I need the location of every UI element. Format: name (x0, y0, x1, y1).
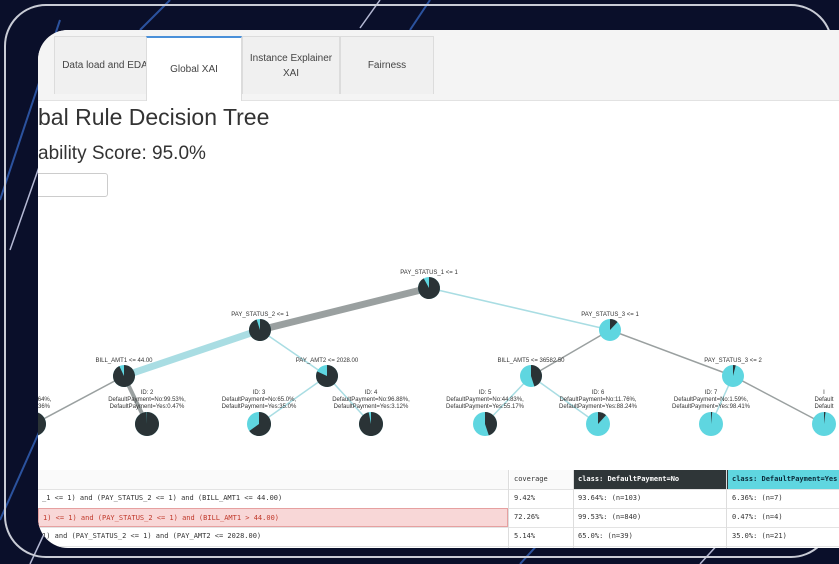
split-node[interactable] (113, 365, 135, 387)
rules-table: coverage class: DefaultPayment=No class:… (38, 470, 839, 548)
node-label: ID: 5 (479, 390, 492, 396)
node-label: PAY_STATUS_3 <= 1 (581, 312, 639, 318)
tree-edge (609, 329, 734, 377)
node-label: ID: 2 (141, 390, 154, 396)
split-node[interactable] (249, 319, 271, 341)
class-no-cell: 99.53%: (n=840) (578, 513, 642, 521)
tree-edge (259, 329, 328, 377)
tab-label: Global XAI (170, 64, 218, 75)
tree-edge (122, 326, 262, 380)
node-label: BILL_AMT5 <= 36582.50 (497, 358, 565, 364)
tab-bar: Data load and EDA Global XAI Instance Ex… (38, 30, 839, 101)
column-divider (573, 470, 574, 548)
table-row[interactable]: 1) and (PAY_STATUS_2 <= 1) and (PAY_AMT2… (38, 527, 839, 547)
tree-edge (530, 329, 611, 377)
node-label: =No:93.64%, (38, 397, 52, 403)
node-label: PAY_AMT2 <= 2028.00 (296, 358, 359, 364)
tab-instance-explainer-xai[interactable]: Instance Explainer XAI (242, 36, 340, 94)
header-class-yes: class: DefaultPayment=Yes (728, 470, 839, 489)
coverage-cell: 5.14% (514, 532, 536, 540)
node-label: DefaultPayment=No:11.76%, (559, 397, 636, 403)
node-label: DefaultPayment=Yes:55.17% (446, 404, 525, 410)
header-coverage: coverage (510, 470, 578, 489)
node-label: DefaultPayment=Yes:98.41% (672, 404, 751, 410)
tab-global-xai[interactable]: Global XAI (146, 36, 242, 101)
split-node[interactable] (722, 365, 744, 387)
leaf-node[interactable] (38, 412, 46, 436)
node-label: DefaultPayment=Yes:3.12% (334, 404, 409, 410)
node-label: DefaultPayment=Yes:35.0% (222, 404, 297, 410)
node-label: Default (814, 397, 833, 403)
leaf-node[interactable] (586, 412, 610, 436)
class-yes-cell: 6.36%: (n=7) (732, 494, 783, 502)
leaf-node[interactable] (359, 412, 384, 436)
app-window: Data load and EDA Global XAI Instance Ex… (38, 30, 839, 548)
class-yes-cell: 0.47%: (n=4) (732, 513, 783, 521)
node-label: DefaultPayment=No:99.53%, (108, 397, 186, 403)
node-label: BILL_AMT1 <= 44.00 (95, 358, 153, 364)
node-label: DefaultPayment=Yes:0.47% (110, 404, 185, 410)
tree-edge (259, 284, 430, 334)
node-label: ID: 7 (705, 390, 718, 396)
node-label: DefaultPayment=Yes:88.24% (559, 404, 638, 410)
stability-score: ability Score: 95.0% (38, 143, 206, 164)
node-label: DefaultPayment=No:65.0%, (222, 397, 297, 403)
tree-edge (428, 287, 611, 331)
node-label: PAY_STATUS_3 <= 2 (704, 358, 762, 364)
node-label: PAY_STATUS_1 <= 1 (400, 270, 458, 276)
column-divider (726, 470, 727, 548)
class-no-cell: 93.64%: (n=103) (578, 494, 642, 502)
node-label: ID: 3 (253, 390, 266, 396)
split-node[interactable] (520, 365, 542, 387)
leaf-node[interactable] (473, 412, 498, 436)
tab-data-load-eda[interactable]: Data load and EDA (54, 36, 156, 94)
leaf-node[interactable] (135, 412, 160, 436)
node-label: ID: 6 (592, 390, 605, 396)
decision-tree: PAY_STATUS_1 <= 1 PAY_STATUS_2 <= 1 PAY_ST… (38, 270, 836, 436)
table-header-row: coverage class: DefaultPayment=No class:… (38, 470, 839, 490)
node-label: DefaultPayment=No:1.59%, (674, 397, 749, 403)
class-no-cell: 65.0%: (n=39) (578, 532, 633, 540)
coverage-cell: 72.26% (514, 513, 540, 521)
node-label: ID: 4 (365, 390, 378, 396)
rule-cell: 1) <= 1) and (PAY_STATUS_2 <= 1) and (BI… (38, 508, 508, 527)
node-label: PAY_STATUS_2 <= 1 (231, 312, 289, 318)
column-divider (508, 470, 509, 548)
leaf-node[interactable] (812, 412, 836, 436)
page-title: bal Rule Decision Tree (38, 104, 270, 130)
tab-label: Instance Explainer XAI (249, 52, 333, 79)
rule-cell: _1 <= 1) and (PAY_STATUS_2 <= 1) and (BI… (42, 494, 283, 502)
split-node[interactable] (599, 319, 621, 341)
node-label: DefaultPayment=No:96.88%, (332, 397, 410, 403)
leaf-node[interactable] (247, 412, 271, 436)
node-label: DefaultPayment=No:44.83%, (446, 397, 524, 403)
coverage-cell: 9.42% (514, 494, 536, 502)
node-label: I (823, 390, 825, 396)
tab-fairness[interactable]: Fairness (340, 36, 434, 94)
table-row[interactable]: 1) <= 1) and (PAY_STATUS_2 <= 1) and (BI… (38, 508, 839, 528)
input-box[interactable] (38, 173, 108, 197)
table-row[interactable]: _1 <= 1) and (PAY_STATUS_2 <= 1) and (BI… (38, 489, 839, 509)
node-label: =Yes:6.36% (38, 404, 51, 410)
tab-label: Fairness (367, 60, 407, 71)
leaf-node[interactable] (699, 412, 723, 436)
class-yes-cell: 35.0%: (n=21) (732, 532, 787, 540)
node-label: Default (814, 404, 833, 410)
header-rule (38, 470, 508, 489)
tab-label: Data load and EDA (62, 60, 148, 71)
split-node[interactable] (418, 277, 441, 299)
header-class-no: class: DefaultPayment=No (574, 470, 728, 489)
split-node[interactable] (316, 365, 338, 388)
rule-cell: 1) and (PAY_STATUS_2 <= 1) and (PAY_AMT2… (42, 532, 262, 540)
